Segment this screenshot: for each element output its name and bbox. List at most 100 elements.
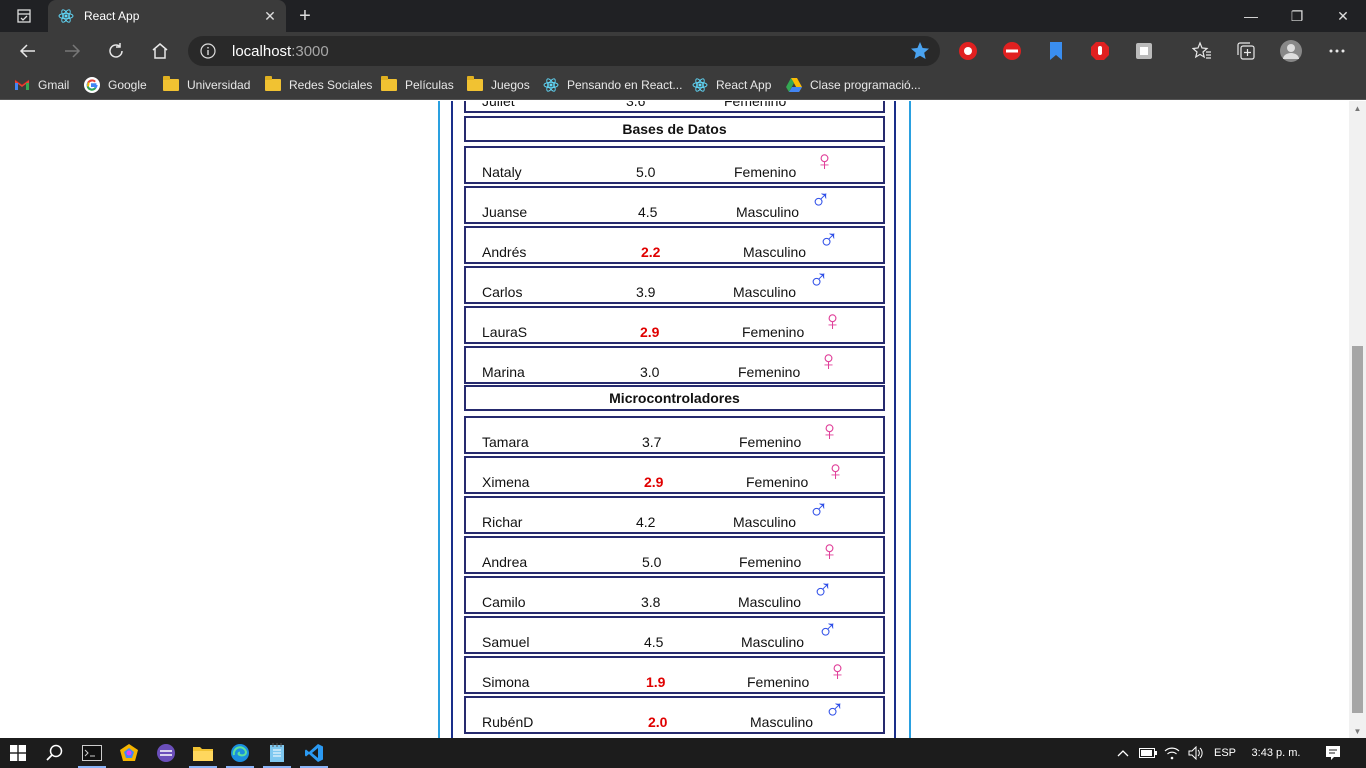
- student-gender: Masculino: [738, 594, 802, 610]
- student-name: Ximena: [482, 474, 530, 490]
- student-gender: Femenino: [739, 434, 802, 450]
- student-grade: 4.2: [636, 514, 656, 530]
- minimize-button[interactable]: —: [1228, 0, 1274, 32]
- outer-border-right: [909, 101, 911, 738]
- google-icon: [84, 77, 100, 93]
- extension-block-icon[interactable]: [1001, 40, 1023, 62]
- bookmark-label: Universidad: [187, 78, 251, 92]
- new-tab-button[interactable]: +: [292, 4, 318, 28]
- file-explorer-icon[interactable]: [185, 738, 221, 768]
- extension-bookmark-icon[interactable]: [1045, 40, 1067, 62]
- battery-icon[interactable]: [1136, 738, 1160, 768]
- student-row: Andrea 5.0 Femenino ♀: [464, 536, 885, 574]
- student-name: RubénD: [482, 714, 534, 730]
- male-symbol-icon: ♂: [817, 613, 838, 644]
- bookmark-label: React App: [716, 78, 772, 92]
- student-name: Simona: [482, 674, 530, 690]
- inner-border-left: [451, 101, 453, 738]
- info-icon[interactable]: [200, 43, 216, 59]
- collections-icon[interactable]: [1235, 40, 1257, 62]
- search-icon[interactable]: [37, 738, 73, 768]
- student-gender: Femenino: [739, 554, 802, 570]
- close-tab-icon[interactable]: ✕: [258, 4, 282, 28]
- student-row: Richar 4.2 Masculino ♂: [464, 493, 885, 534]
- extension-grey-icon[interactable]: [1133, 40, 1155, 62]
- windows-start-icon[interactable]: [0, 738, 36, 768]
- student-name: Juliet: [482, 101, 515, 109]
- clock[interactable]: 3:43 p. m.: [1244, 738, 1308, 768]
- vscode-icon[interactable]: [296, 738, 332, 768]
- section-header: Bases de Datos: [464, 116, 885, 142]
- tab-title: React App: [84, 9, 140, 23]
- back-button[interactable]: [12, 35, 44, 67]
- male-symbol-icon: ♂: [808, 493, 829, 524]
- colorful-app-icon[interactable]: [111, 738, 147, 768]
- notepad-icon[interactable]: [259, 738, 295, 768]
- favorites-icon[interactable]: [1191, 40, 1213, 62]
- male-symbol-icon: ♂: [818, 223, 839, 254]
- chevron-up-icon[interactable]: [1112, 738, 1134, 768]
- student-row: LauraS 2.9 Femenino ♀: [464, 306, 885, 344]
- page-viewport: Juliet 3.6 Femenino ♀ Bases de Datos Nata…: [0, 101, 1366, 738]
- scroll-down-arrow-icon[interactable]: ▼: [1349, 724, 1366, 738]
- student-row: Samuel 4.5 Masculino ♂: [464, 613, 885, 654]
- student-gender: Masculino: [750, 714, 814, 730]
- student-name: Marina: [482, 364, 525, 380]
- student-row: Ximena 2.9 Femenino ♀: [464, 456, 885, 494]
- student-name: Andrea: [482, 554, 528, 570]
- command-prompt-icon[interactable]: [74, 738, 110, 768]
- extension-red-hand-icon[interactable]: [957, 40, 979, 62]
- restore-button[interactable]: ❐: [1274, 0, 1320, 32]
- folder-icon: [381, 76, 397, 93]
- student-gender: Masculino: [733, 514, 797, 530]
- bookmark-react-app[interactable]: React App: [692, 76, 771, 94]
- notifications-icon[interactable]: [1318, 738, 1348, 768]
- student-name: Tamara: [482, 434, 529, 450]
- url-port: :3000: [291, 43, 329, 60]
- student-gender: Masculino: [733, 284, 797, 300]
- student-grade: 3.6: [626, 101, 646, 109]
- scroll-up-arrow-icon[interactable]: ▲: [1349, 101, 1366, 115]
- address-bar[interactable]: localhost:3000: [188, 36, 940, 66]
- purple-app-icon[interactable]: [148, 738, 184, 768]
- extension-stop-icon[interactable]: [1089, 40, 1111, 62]
- student-grade: 2.2: [641, 244, 661, 260]
- bookmark-google[interactable]: Google: [84, 76, 147, 94]
- bookmark-folder-peliculas[interactable]: Películas: [381, 76, 454, 94]
- home-button[interactable]: [144, 35, 176, 67]
- student-row: Nataly 5.0 Femenino ♀: [464, 146, 885, 184]
- volume-icon[interactable]: [1184, 738, 1208, 768]
- bookmark-label: Google: [108, 78, 147, 92]
- url-text: localhost:3000: [232, 43, 329, 60]
- tab-react-app[interactable]: React App ✕: [48, 0, 286, 32]
- bookmark-folder-universidad[interactable]: Universidad: [163, 76, 250, 94]
- refresh-button[interactable]: [100, 35, 132, 67]
- female-symbol-icon: ♀: [819, 415, 840, 446]
- scrollbar-thumb[interactable]: [1352, 346, 1363, 713]
- forward-button[interactable]: [56, 35, 88, 67]
- student-grade: 4.5: [644, 634, 664, 650]
- student-name: Carlos: [482, 284, 523, 300]
- folder-icon: [163, 76, 179, 93]
- edge-browser-icon[interactable]: [222, 738, 258, 768]
- tab-actions-icon[interactable]: [8, 6, 40, 26]
- bookmark-gmail[interactable]: Gmail: [14, 76, 69, 94]
- close-window-button[interactable]: ✕: [1320, 0, 1366, 32]
- female-symbol-icon: ♀: [825, 455, 846, 486]
- profile-avatar[interactable]: [1280, 40, 1302, 62]
- student-name: Richar: [482, 514, 523, 530]
- vertical-scrollbar[interactable]: ▲ ▼: [1349, 101, 1366, 738]
- more-options-icon[interactable]: [1326, 40, 1348, 62]
- bookmark-folder-juegos[interactable]: Juegos: [467, 76, 530, 94]
- favorite-star-icon[interactable]: [910, 41, 932, 61]
- student-gender: Masculino: [736, 204, 800, 220]
- language-indicator[interactable]: ESP: [1210, 738, 1240, 768]
- bookmark-folder-redes-sociales[interactable]: Redes Sociales: [265, 76, 372, 94]
- bookmark-clase-programacion[interactable]: Clase programació...: [786, 76, 921, 94]
- male-symbol-icon: ♂: [810, 183, 831, 214]
- url-host: localhost: [232, 43, 292, 60]
- wifi-icon[interactable]: [1160, 738, 1184, 768]
- bookmark-pensando-en-react[interactable]: Pensando en React...: [543, 76, 682, 94]
- student-grade: 1.9: [646, 674, 666, 690]
- bookmark-label: Películas: [405, 78, 454, 92]
